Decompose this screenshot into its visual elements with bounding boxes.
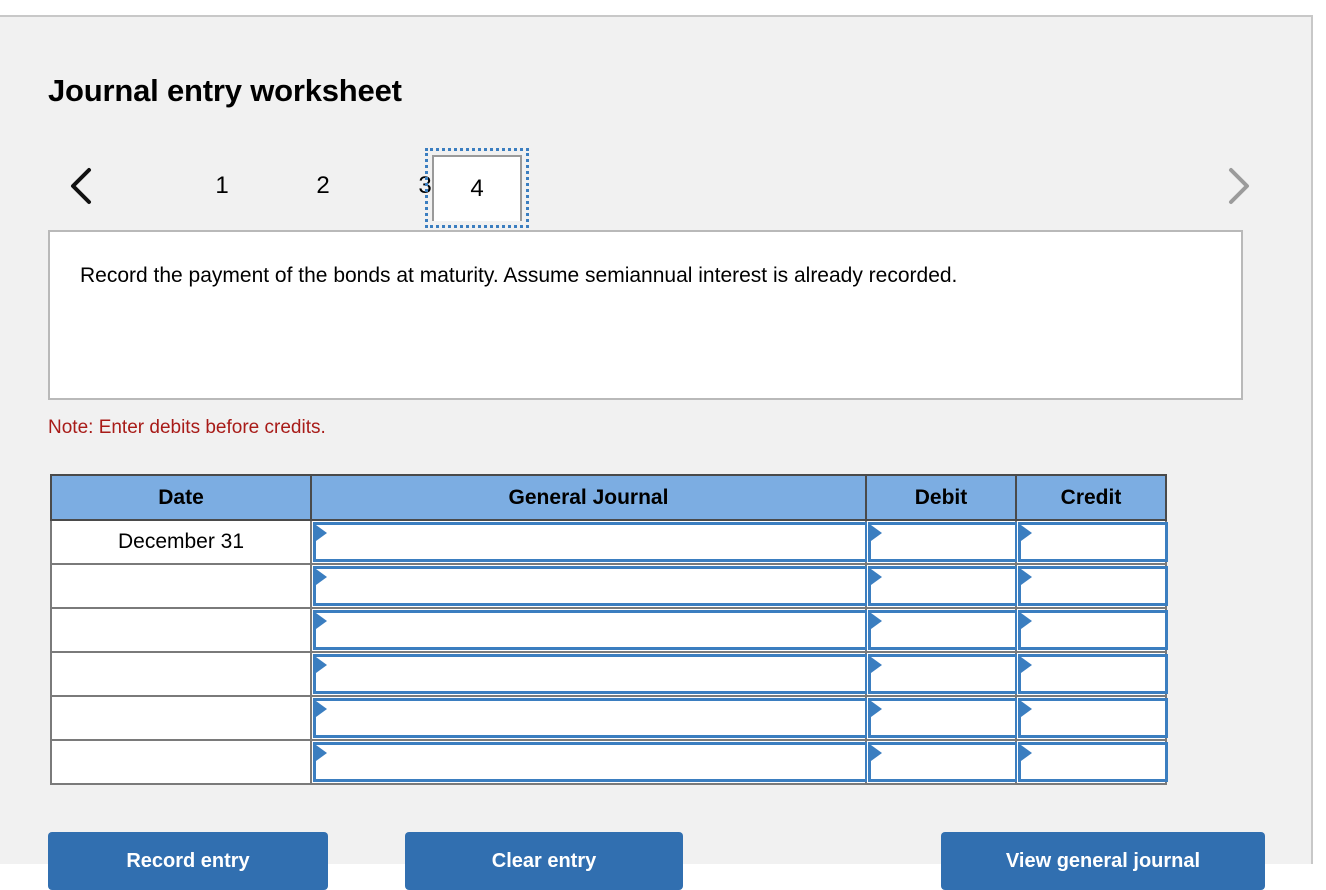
- table-header-row: Date General Journal Debit Credit: [50, 474, 1167, 521]
- credit-input-row-4[interactable]: [1018, 654, 1168, 694]
- chevron-left-icon[interactable]: [58, 142, 104, 230]
- pager-tab-4[interactable]: 4: [425, 148, 529, 228]
- date-cell-row-5[interactable]: [50, 695, 312, 741]
- credit-input-row-6[interactable]: [1018, 742, 1168, 782]
- credit-input-row-3[interactable]: [1018, 610, 1168, 650]
- general-journal-cell-row-5[interactable]: [310, 695, 868, 741]
- credit-input-row-1[interactable]: [1018, 522, 1168, 562]
- pager-tab-2[interactable]: 2: [288, 154, 358, 218]
- debit-cell-row-4[interactable]: [865, 651, 1018, 697]
- table-row: December 31: [50, 519, 1168, 565]
- general-journal-input-row-5[interactable]: [313, 698, 868, 738]
- general-journal-cell-row-6[interactable]: [310, 739, 868, 785]
- credit-cell-row-1[interactable]: [1015, 519, 1168, 565]
- debit-input-row-5[interactable]: [868, 698, 1018, 738]
- debit-input-row-6[interactable]: [868, 742, 1018, 782]
- general-journal-cell-row-1[interactable]: [310, 519, 868, 565]
- debit-input-row-2[interactable]: [868, 566, 1018, 606]
- debit-cell-row-5[interactable]: [865, 695, 1018, 741]
- instruction-box: Record the payment of the bonds at matur…: [48, 230, 1243, 400]
- clear-entry-button[interactable]: Clear entry: [405, 832, 683, 890]
- table-row: [50, 695, 1168, 741]
- worksheet-pager: 1 2 3 4: [48, 142, 1263, 230]
- date-cell-row-6[interactable]: [50, 739, 312, 785]
- debit-cell-row-2[interactable]: [865, 563, 1018, 609]
- pager-tab-4-label: 4: [432, 155, 522, 221]
- column-header-credit: Credit: [1015, 474, 1167, 521]
- credit-input-row-2[interactable]: [1018, 566, 1168, 606]
- date-cell-row-2[interactable]: [50, 563, 312, 609]
- debit-input-row-3[interactable]: [868, 610, 1018, 650]
- date-cell-row-1[interactable]: December 31: [50, 519, 312, 565]
- general-journal-cell-row-4[interactable]: [310, 651, 868, 697]
- general-journal-cell-row-2[interactable]: [310, 563, 868, 609]
- column-header-debit: Debit: [865, 474, 1017, 521]
- general-journal-input-row-4[interactable]: [313, 654, 868, 694]
- record-entry-button[interactable]: Record entry: [48, 832, 328, 890]
- general-journal-input-row-1[interactable]: [313, 522, 868, 562]
- date-cell-row-3[interactable]: [50, 607, 312, 653]
- general-journal-input-row-2[interactable]: [313, 566, 868, 606]
- instruction-text: Record the payment of the bonds at matur…: [80, 264, 958, 287]
- table-row: [50, 651, 1168, 697]
- column-header-date: Date: [50, 474, 312, 521]
- debit-cell-row-1[interactable]: [865, 519, 1018, 565]
- general-journal-input-row-3[interactable]: [313, 610, 868, 650]
- chevron-right-icon[interactable]: [1215, 142, 1261, 230]
- general-journal-cell-row-3[interactable]: [310, 607, 868, 653]
- table-row: [50, 607, 1168, 653]
- debit-input-row-4[interactable]: [868, 654, 1018, 694]
- debits-before-credits-note: Note: Enter debits before credits.: [48, 417, 326, 438]
- debit-cell-row-3[interactable]: [865, 607, 1018, 653]
- pager-tab-1[interactable]: 1: [187, 154, 257, 218]
- worksheet-panel: Journal entry worksheet 1 2 3 4 Record t…: [0, 15, 1313, 890]
- view-general-journal-button[interactable]: View general journal: [941, 832, 1265, 890]
- credit-cell-row-3[interactable]: [1015, 607, 1168, 653]
- table-row: [50, 739, 1168, 785]
- credit-cell-row-4[interactable]: [1015, 651, 1168, 697]
- credit-cell-row-6[interactable]: [1015, 739, 1168, 785]
- debit-cell-row-6[interactable]: [865, 739, 1018, 785]
- table-row: [50, 563, 1168, 609]
- general-journal-input-row-6[interactable]: [313, 742, 868, 782]
- debit-input-row-1[interactable]: [868, 522, 1018, 562]
- journal-entry-table: Date General Journal Debit Credit Decemb…: [50, 474, 1168, 785]
- page-title: Journal entry worksheet: [48, 73, 402, 108]
- credit-input-row-5[interactable]: [1018, 698, 1168, 738]
- credit-cell-row-2[interactable]: [1015, 563, 1168, 609]
- credit-cell-row-5[interactable]: [1015, 695, 1168, 741]
- date-cell-row-4[interactable]: [50, 651, 312, 697]
- column-header-general-journal: General Journal: [310, 474, 867, 521]
